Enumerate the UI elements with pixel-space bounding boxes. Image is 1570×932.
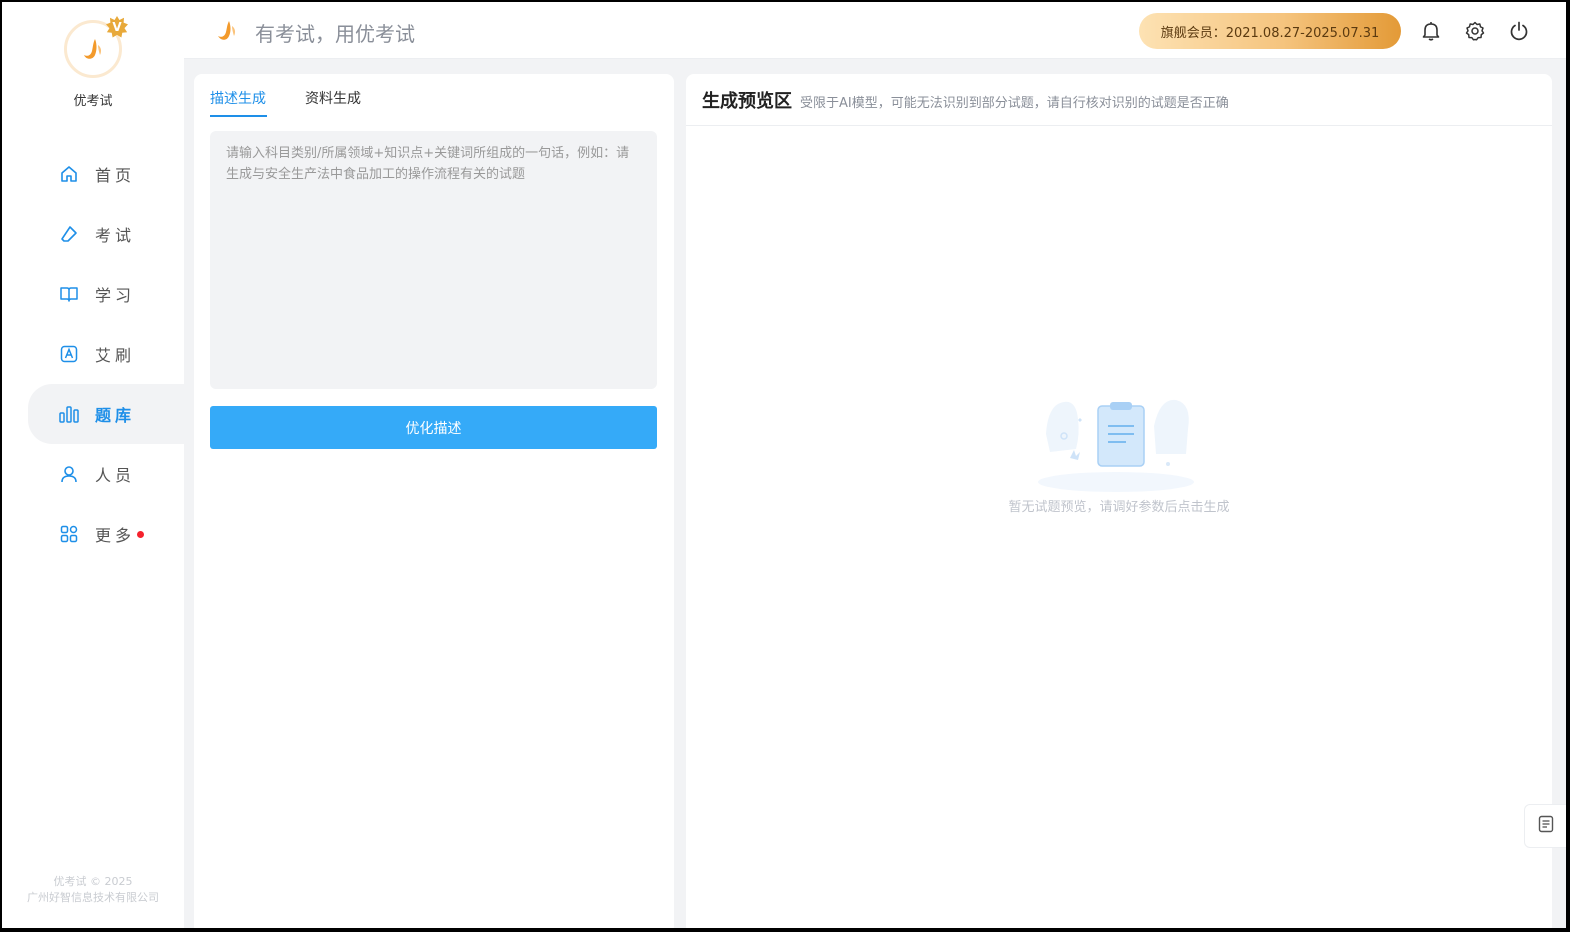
power-icon[interactable] [1507, 19, 1531, 43]
copyright-year: 优考试 © 2025 [53, 875, 133, 888]
bar-chart-icon [58, 403, 80, 425]
sidebar-item-question-bank[interactable]: 题库 [28, 384, 184, 444]
sidebar-item-label: 学习 [95, 286, 136, 305]
sidebar-item-label: 艾刷 [95, 346, 136, 365]
preview-panel: 生成预览区 受限于AI模型，可能无法识别到部分试题，请自行核对识别的试题是否正确… [686, 74, 1552, 928]
sidebar-item-label: 首页 [95, 166, 136, 185]
copyright: 优考试 © 2025 广州好智信息技术有限公司 [2, 874, 184, 906]
notification-dot [137, 530, 145, 538]
logo-icon[interactable] [216, 19, 238, 47]
tab-material-generate[interactable]: 资料生成 [305, 88, 361, 108]
sidebar-item-exam[interactable]: 考试 [2, 204, 184, 264]
bell-icon[interactable] [1419, 19, 1443, 43]
preview-title: 生成预览区 [702, 90, 792, 112]
optimize-description-button[interactable]: 优化描述 [210, 406, 657, 449]
member-badge[interactable]: 旗舰会员：2021.08.27-2025.07.31 [1139, 13, 1401, 49]
logo-icon [84, 39, 102, 59]
tab-underline [210, 115, 267, 117]
document-icon [1538, 815, 1554, 837]
sidebar-item-label: 题库 [95, 406, 136, 425]
slogan: 有考试，用优考试 [255, 22, 415, 46]
tab-label: 资料生成 [305, 91, 361, 107]
floating-doc-button[interactable] [1524, 804, 1566, 848]
sidebar-item-aishua[interactable]: 艾刷 [2, 324, 184, 384]
top-bar: 有考试，用优考试 旗舰会员：2021.08.27-2025.07.31 [184, 2, 1566, 59]
grid-icon [58, 523, 80, 545]
sidebar-item-home[interactable]: 首页 [2, 144, 184, 204]
user-icon [58, 463, 80, 485]
sidebar-item-more[interactable]: 更多 [2, 504, 184, 564]
gear-icon[interactable] [1463, 19, 1487, 43]
sidebar-item-label: 更多 [95, 526, 136, 545]
generate-panel: 描述生成 资料生成 优化描述 [194, 74, 674, 928]
home-icon [58, 163, 80, 185]
preview-header: 生成预览区 受限于AI模型，可能无法识别到部分试题，请自行核对识别的试题是否正确 [686, 74, 1552, 126]
app-window: V 优考试 首页 考试 学习 艾刷 题库 人员 更多 优考试 © 2025 广州… [2, 2, 1566, 928]
sidebar-item-label: 人员 [95, 466, 136, 485]
tab-description-generate[interactable]: 描述生成 [210, 88, 267, 117]
sidebar-item-people[interactable]: 人员 [2, 444, 184, 504]
book-icon [58, 283, 80, 305]
sidebar: V 优考试 首页 考试 学习 艾刷 题库 人员 更多 优考试 © 2025 广州… [2, 2, 184, 928]
preview-note: 受限于AI模型，可能无法识别到部分试题，请自行核对识别的试题是否正确 [800, 95, 1229, 111]
description-input[interactable] [210, 131, 657, 389]
copyright-company: 广州好智信息技术有限公司 [27, 891, 159, 904]
a-box-icon [58, 343, 80, 365]
sidebar-item-label: 考试 [95, 226, 136, 245]
brand-name: 优考试 [73, 94, 113, 109]
sidebar-nav: 首页 考试 学习 艾刷 题库 人员 更多 [2, 144, 184, 564]
sidebar-item-study[interactable]: 学习 [2, 264, 184, 324]
empty-clipboard-illustration [1036, 374, 1196, 494]
tab-label: 描述生成 [210, 91, 266, 107]
empty-text: 暂无试题预览，请调好参数后点击生成 [1008, 500, 1230, 515]
avatar[interactable]: V [64, 16, 128, 78]
eraser-icon [58, 223, 80, 245]
